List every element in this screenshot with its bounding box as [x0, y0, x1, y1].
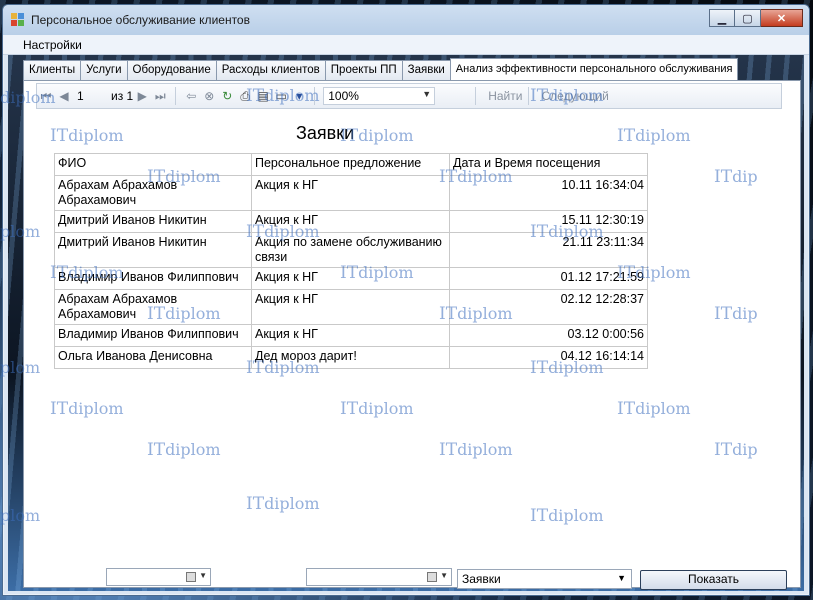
tab-panel: ⏮ ◀ 1 из 1 ▶ ⏭ ⇦ ⊗ ↻ ⎙ ▤ ▭ ▾ 100% ▼ Найт…	[23, 80, 801, 588]
calendar-icon	[186, 572, 196, 582]
chevron-down-icon: ▼	[199, 571, 207, 580]
tab-projects[interactable]: Проекты ПП	[324, 60, 403, 80]
app-window: Персональное обслуживание клиентов ▁ ▢ ✕…	[2, 4, 810, 596]
cell-name: Дмитрий Иванов Никитин	[54, 210, 252, 233]
cell-datetime: 04.12 16:14:14	[449, 346, 648, 369]
toolbar-separator	[475, 87, 477, 105]
zoom-value: 100%	[328, 89, 359, 103]
cell-name: Ольга Иванова Денисовна	[54, 346, 252, 369]
page-number-input[interactable]: 1	[73, 89, 103, 103]
cell-offer: Дед мороз дарит!	[251, 346, 450, 369]
tab-client-expenses[interactable]: Расходы клиентов	[215, 60, 326, 80]
print-icon[interactable]: ⎙	[236, 89, 254, 104]
date-to-label: Дата до	[232, 570, 287, 587]
show-button[interactable]: Показать	[640, 570, 787, 590]
title-bar[interactable]: Персональное обслуживание клиентов ▁ ▢ ✕	[3, 5, 809, 35]
minimize-button[interactable]: ▁	[709, 9, 735, 27]
print-layout-icon[interactable]: ▤	[254, 89, 272, 103]
previous-page-icon[interactable]: ◀	[55, 89, 73, 103]
cell-name: Владимир Иванов Филиппович	[54, 324, 252, 347]
stop-icon[interactable]: ⊗	[200, 89, 218, 103]
table-row: Дмитрий Иванов Никитин Акция по замене о…	[54, 232, 648, 268]
cell-name: Абрахам Абрахамов Абрахамович	[54, 289, 252, 325]
refresh-icon[interactable]: ↻	[218, 89, 236, 103]
toolbar-separator	[314, 87, 316, 105]
report-title: Заявки	[296, 123, 355, 143]
report-table: ФИО Персональное предложение Дата и Врем…	[54, 153, 648, 369]
cell-datetime: 15.11 12:30:19	[449, 210, 648, 233]
cell-offer: Акция к НГ	[251, 289, 450, 325]
report-toolbar: ⏮ ◀ 1 из 1 ▶ ⏭ ⇦ ⊗ ↻ ⎙ ▤ ▭ ▾ 100% ▼ Найт…	[36, 83, 782, 109]
cell-datetime: 01.12 17:21:59	[449, 267, 648, 290]
cell-offer: Акция к НГ	[251, 210, 450, 233]
tab-efficiency-analysis[interactable]: Анализ эффективности персонального обслу…	[449, 58, 739, 80]
calendar-icon	[427, 572, 437, 582]
cell-offer: Акция к НГ	[251, 324, 450, 347]
table-row: Дмитрий Иванов Никитин Акция к НГ 15.11 …	[54, 210, 648, 233]
app-icon	[11, 13, 25, 27]
next-link[interactable]: Следующий	[541, 89, 608, 103]
chevron-down-icon: ▼	[617, 573, 626, 583]
toolbar-separator	[175, 87, 177, 105]
toolbar-separator	[528, 87, 530, 105]
table-row: Ольга Иванова Денисовна Дед мороз дарит!…	[54, 346, 648, 369]
table-row: Владимир Иванов Филиппович Акция к НГ 01…	[54, 267, 648, 290]
date-from-label: Дата от	[34, 568, 87, 585]
tab-requests[interactable]: Заявки	[401, 60, 451, 80]
cell-datetime: 10.11 16:34:04	[449, 175, 648, 211]
close-button[interactable]: ✕	[761, 9, 803, 27]
tab-services[interactable]: Услуги	[80, 60, 128, 80]
chevron-down-icon: ▼	[422, 89, 432, 99]
cell-datetime: 03.12 0:00:56	[449, 324, 648, 347]
page-count-label: из 1	[111, 89, 134, 103]
filter-bar: Дата от ▼ Дата до ▼ Заявки ▼ Показать	[8, 565, 804, 591]
column-header: ФИО	[54, 153, 252, 176]
column-header: Персональное предложение	[251, 153, 450, 176]
tab-clients[interactable]: Клиенты	[23, 60, 82, 80]
table-row: Владимир Иванов Филиппович Акция к НГ 03…	[54, 324, 648, 347]
cell-offer: Акция по замене обслуживанию связи	[251, 232, 450, 268]
next-page-icon[interactable]: ▶	[133, 89, 151, 103]
cell-offer: Акция к НГ	[251, 267, 450, 290]
window-title: Персональное обслуживание клиентов	[31, 13, 250, 27]
table-header-row: ФИО Персональное предложение Дата и Врем…	[54, 153, 648, 176]
first-page-icon[interactable]: ⏮	[37, 89, 55, 104]
cell-name: Дмитрий Иванов Никитин	[54, 232, 252, 268]
last-page-icon[interactable]: ⏭	[151, 89, 169, 104]
chevron-down-icon: ▼	[440, 571, 448, 580]
find-link[interactable]: Найти	[488, 89, 522, 103]
tab-equipment[interactable]: Оборудование	[126, 60, 217, 80]
date-to-picker[interactable]: ▼	[306, 568, 452, 586]
date-from-picker[interactable]: ▼	[106, 568, 211, 586]
cell-datetime: 21.11 23:11:34	[449, 232, 648, 268]
page-setup-icon[interactable]: ▭	[272, 89, 290, 103]
menu-bar: Настройки	[3, 35, 809, 55]
table-row: Абрахам Абрахамов Абрахамович Акция к НГ…	[54, 289, 648, 325]
report-select[interactable]: Заявки ▼	[457, 569, 632, 589]
back-icon[interactable]: ⇦	[182, 89, 200, 103]
table-row: Абрахам Абрахамов Абрахамович Акция к НГ…	[54, 175, 648, 211]
column-header: Дата и Время посещения	[449, 153, 648, 176]
export-icon[interactable]: ▾	[290, 89, 308, 103]
client-area: Клиенты Услуги Оборудование Расходы клие…	[8, 55, 804, 591]
tab-strip: Клиенты Услуги Оборудование Расходы клие…	[23, 58, 739, 80]
report-viewer: Заявки ФИО Персональное предложение Дата…	[36, 109, 782, 579]
maximize-button[interactable]: ▢	[735, 9, 761, 27]
cell-name: Абрахам Абрахамов Абрахамович	[54, 175, 252, 211]
cell-name: Владимир Иванов Филиппович	[54, 267, 252, 290]
report-select-value: Заявки	[462, 572, 501, 586]
cell-datetime: 02.12 12:28:37	[449, 289, 648, 325]
zoom-select[interactable]: 100% ▼	[323, 87, 436, 105]
menu-item-settings[interactable]: Настройки	[23, 38, 82, 52]
cell-offer: Акция к НГ	[251, 175, 450, 211]
